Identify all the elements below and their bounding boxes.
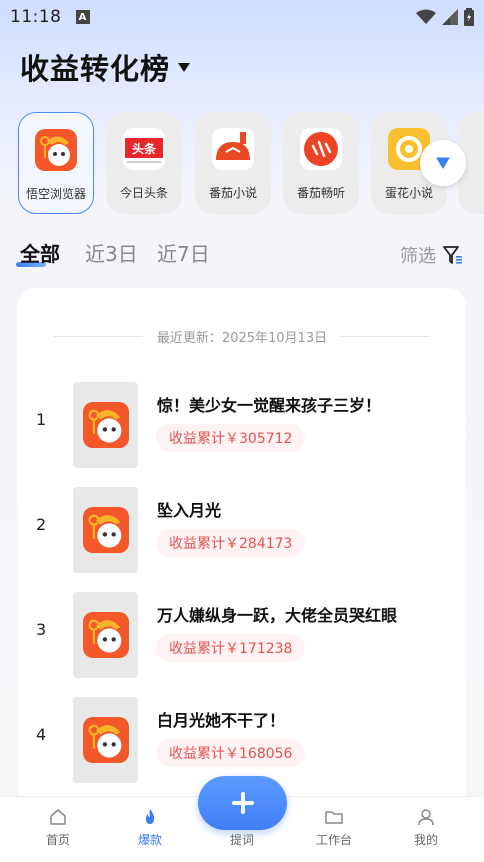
title-dropdown[interactable]: 收益转化榜 [20, 46, 191, 88]
app-label: 蛋花小说 [384, 186, 433, 200]
page-title: 收益转化榜 [20, 52, 171, 86]
app-card-toutiao[interactable]: 头条 今日头条 [106, 112, 182, 214]
revenue-badge: 收益累计￥305712 [156, 424, 306, 452]
app-card-fanqie-listen[interactable]: 番茄畅听 [283, 112, 359, 214]
ranking-list: 最近更新：2025年10月13日 1 惊！美少女一觉醒来孩子三岁！ 收益累计￥3… [18, 288, 466, 808]
nav-home[interactable]: 首页 [28, 807, 88, 848]
divider [54, 335, 143, 337]
tab-3days[interactable]: 近3日 [85, 238, 138, 267]
wukong-browser-icon [82, 717, 129, 763]
thumbnail [73, 382, 138, 468]
list-item[interactable]: 3 万人嫌纵身一跃，大佬全员哭红眼 收益累计￥171238 [18, 592, 466, 680]
home-icon [50, 809, 66, 825]
nav-label: 爆款 [137, 833, 162, 847]
rank-number: 1 [36, 410, 47, 429]
caret-down-icon [178, 62, 191, 72]
update-text: 最近更新：2025年10月13日 [156, 330, 328, 346]
divider [341, 335, 431, 337]
wukong-browser-icon [35, 129, 77, 171]
status-bar: 11:18 A [0, 0, 484, 34]
plus-icon [231, 792, 254, 814]
wukong-browser-icon [82, 612, 129, 658]
triangle-down-icon [436, 157, 450, 169]
revenue-badge: 收益累计￥171238 [156, 634, 306, 662]
item-title: 白月光她不干了！ [157, 711, 286, 730]
rank-number: 3 [36, 620, 47, 639]
filter-button[interactable]: 筛选 [400, 242, 464, 268]
item-title: 坠入月光 [157, 501, 222, 520]
tab-all[interactable]: 全部 [16, 238, 60, 267]
app-label: 番茄小说 [208, 186, 257, 200]
battery-icon [464, 8, 474, 26]
flame-icon [146, 809, 154, 824]
signal-icon [442, 9, 458, 25]
status-icons [416, 8, 474, 26]
nav-me[interactable]: 我的 [396, 807, 456, 848]
list-item[interactable]: 2 坠入月光 收益累计￥284173 [18, 487, 466, 575]
thumbnail [73, 697, 138, 783]
nav-label: 提词 [229, 833, 254, 847]
app-selector: 悟空浏览器 头条 今日头条 番茄小说 番茄畅听 蛋花小说 [18, 112, 484, 214]
tab-7days[interactable]: 近7日 [157, 238, 210, 267]
nav-hot[interactable]: 爆款 [120, 807, 180, 848]
expand-apps-button[interactable] [420, 140, 466, 186]
wukong-browser-icon [82, 402, 129, 448]
revenue-badge: 收益累计￥284173 [156, 529, 306, 557]
svg-text:头条: 头条 [132, 141, 157, 156]
nav-workbench[interactable]: 工作台 [304, 807, 364, 848]
revenue-badge: 收益累计￥168056 [156, 739, 306, 767]
app-label: 番茄畅听 [296, 186, 345, 200]
user-icon [418, 809, 434, 826]
fanqie-novel-icon [212, 128, 254, 170]
wukong-browser-icon [82, 507, 129, 553]
filter-label: 筛选 [400, 246, 436, 267]
status-time: 11:18 [10, 7, 62, 27]
thumbnail [73, 592, 138, 678]
fanqie-listen-icon [300, 128, 342, 170]
app-card-fanqie-novel[interactable]: 番茄小说 [195, 112, 271, 214]
item-title: 万人嫌纵身一跃，大佬全员哭红眼 [157, 606, 398, 625]
list-item[interactable]: 1 惊！美少女一觉醒来孩子三岁！ 收益累计￥305712 [18, 382, 466, 470]
add-button[interactable] [198, 776, 287, 830]
app-label: 今日头条 [119, 186, 168, 200]
app-card-wukong[interactable]: 悟空浏览器 [18, 112, 94, 214]
wifi-icon [416, 9, 436, 24]
thumbnail [73, 487, 138, 573]
nav-label: 工作台 [315, 833, 352, 847]
app-label: 悟空浏览器 [25, 187, 86, 201]
toutiao-icon: 头条 [123, 128, 165, 170]
list-item[interactable]: 4 白月光她不干了！ 收益累计￥168056 [18, 697, 466, 785]
update-info: 最近更新：2025年10月13日 [54, 326, 431, 346]
nav-label: 首页 [45, 833, 70, 847]
notification-icon: A [75, 10, 90, 24]
rank-number: 2 [36, 515, 47, 534]
item-title: 惊！美少女一觉醒来孩子三岁！ [157, 396, 382, 415]
filter-icon [443, 246, 462, 264]
nav-label: 我的 [413, 833, 438, 847]
folder-icon [325, 811, 343, 824]
rank-number: 4 [36, 725, 47, 744]
